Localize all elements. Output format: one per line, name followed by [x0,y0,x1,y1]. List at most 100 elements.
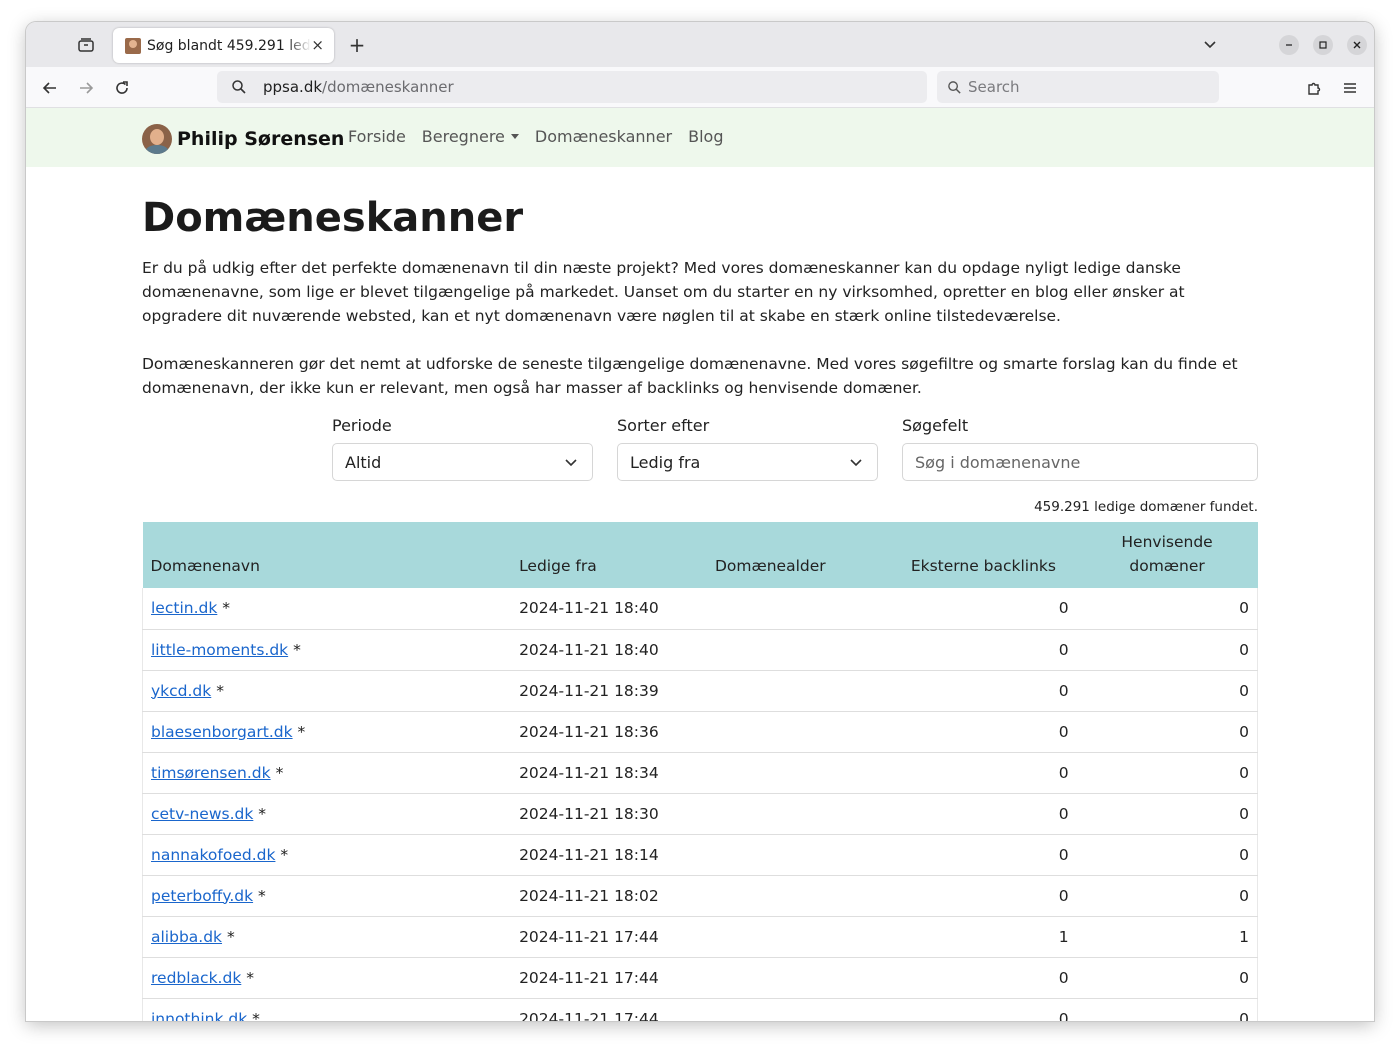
domain-link[interactable]: ykcd.dk [151,682,211,700]
domain-link[interactable]: nannakofoed.dk [151,846,275,864]
referring-domains-cell: 0 [1076,629,1258,671]
address-bar[interactable]: ppsa.dk/domæneskanner [217,71,927,103]
backlinks-cell: 0 [902,588,1077,630]
domain-link[interactable]: lectin.dk [151,599,217,617]
browser-search-input[interactable] [968,78,1198,96]
domain-marker: * [258,886,266,905]
browser-toolbar: ppsa.dk/domæneskanner [26,67,1374,108]
domain-marker: * [252,1009,260,1022]
domain-cell: lectin.dk * [142,588,512,630]
forward-button[interactable] [75,77,97,99]
domain-marker: * [275,763,284,782]
column-header-referring-domains[interactable]: Henvisende domæner [1077,522,1258,588]
tab-close-icon[interactable]: × [311,36,324,54]
domain-cell: blaesenborgart.dk * [142,711,512,753]
referring-domains-cell: 1 [1076,916,1258,958]
referring-domains-cell: 0 [1076,670,1258,712]
domain-link[interactable]: alibba.dk [151,928,222,946]
site-brand-link[interactable]: Philip Sørensen [142,124,344,154]
domain-age-cell [706,752,903,794]
new-tab-button[interactable]: + [346,33,368,57]
nav-link-beregnere-label: Beregnere [421,127,505,146]
forward-arrow-icon [80,82,94,94]
site-nav: Forside Beregnere Domæneskanner Blog [348,127,739,146]
backlinks-cell: 0 [902,998,1077,1021]
referring-domains-cell: 0 [1076,957,1258,999]
domain-age-cell [706,629,903,671]
caret-down-icon [510,134,519,139]
search-icon [231,79,247,95]
tab-title: Søg blandt 459.291 ledige domæner [147,37,311,54]
main-content: Domæneskanner Er du på udkig efter det p… [142,196,1258,1021]
url-host: ppsa.dk [263,78,323,96]
intro-paragraph-1: Er du på udkig efter det perfekte domæne… [142,259,1185,325]
back-arrow-icon [42,82,56,94]
maximize-icon [1319,41,1327,49]
domain-age-cell [706,875,903,917]
referring-domains-cell: 0 [1076,793,1258,835]
domain-age-cell [706,834,903,876]
available-from-cell: 2024-11-21 18:30 [511,793,707,835]
domain-cell: cetv-news.dk * [142,793,512,835]
available-from-cell: 2024-11-21 17:44 [511,957,707,999]
domain-cell: innothink.dk * [142,998,512,1022]
backlinks-cell: 0 [902,629,1077,671]
backlinks-cell: 0 [902,957,1077,999]
domain-link[interactable]: blaesenborgart.dk [151,723,293,741]
backlinks-cell: 0 [902,793,1077,835]
domain-age-cell [706,711,903,753]
table-header-row: Domænenavn Ledige fra Domænealder Ekster… [142,522,1258,588]
column-header-available-from[interactable]: Ledige fra [511,522,707,588]
maximize-button[interactable] [1313,35,1333,55]
backlinks-cell: 0 [902,752,1077,794]
nav-link-domaeneskanner[interactable]: Domæneskanner [535,127,672,146]
domain-cell: redblack.dk * [142,957,512,999]
period-field: Periode Altid [332,416,593,481]
tab-overview-button[interactable] [74,34,98,56]
column-header-external-backlinks[interactable]: Eksterne backlinks [903,522,1077,588]
browser-tab-active[interactable]: Søg blandt 459.291 ledige domæner × [113,28,334,63]
column-header-domain-age[interactable]: Domænealder [707,522,903,588]
list-all-tabs-button[interactable] [1202,36,1218,56]
nav-link-beregnere[interactable]: Beregnere [422,127,519,146]
sort-select[interactable]: Ledig fra [617,443,878,481]
table-row: cetv-news.dk * 2024-11-21 18:30 0 0 [142,793,1258,835]
backlinks-cell: 1 [902,916,1077,958]
available-from-cell: 2024-11-21 18:34 [511,752,707,794]
minimize-button[interactable] [1279,35,1299,55]
table-row: lectin.dk * 2024-11-21 18:40 0 0 [142,588,1258,630]
app-menu-button[interactable] [1339,77,1361,99]
reload-button[interactable] [111,77,133,99]
domain-search-input[interactable] [902,443,1258,481]
domain-link[interactable]: redblack.dk [151,969,241,987]
referring-domains-cell: 0 [1076,711,1258,753]
extensions-button[interactable] [1303,77,1325,99]
domain-age-cell [706,588,903,630]
nav-link-blog[interactable]: Blog [688,127,723,146]
back-button[interactable] [39,77,61,99]
web-page: Philip Sørensen Forside Beregnere Domæne… [26,108,1374,1021]
domain-link[interactable]: cetv-news.dk [151,805,253,823]
nav-link-forside[interactable]: Forside [348,127,406,146]
period-select[interactable]: Altid [332,443,593,481]
browser-search-box[interactable] [937,71,1219,103]
domain-link[interactable]: timsørensen.dk [151,764,271,782]
domain-marker: * [293,640,301,659]
puzzle-piece-icon [1308,82,1321,95]
close-window-button[interactable] [1347,35,1367,55]
domain-link[interactable]: peterboffy.dk [151,887,253,905]
domain-link[interactable]: innothink.dk [151,1010,247,1022]
table-row: blaesenborgart.dk * 2024-11-21 18:36 0 0 [142,711,1258,753]
search-field: Søgefelt [902,416,1258,481]
domain-table: Domænenavn Ledige fra Domænealder Ekster… [142,522,1258,1021]
table-body: lectin.dk * 2024-11-21 18:40 0 0 little-mome… [142,588,1258,1022]
period-selected-value: Altid [345,452,382,472]
domain-marker: * [280,845,289,864]
domain-cell: little-moments.dk * [142,629,512,671]
table-row: alibba.dk * 2024-11-21 17:44 1 1 [142,916,1258,958]
column-header-domain[interactable]: Domænenavn [143,522,512,588]
domain-link[interactable]: little-moments.dk [151,641,288,659]
site-header: Philip Sørensen Forside Beregnere Domæne… [26,108,1374,167]
domain-age-cell [706,998,903,1021]
period-label: Periode [332,416,392,435]
